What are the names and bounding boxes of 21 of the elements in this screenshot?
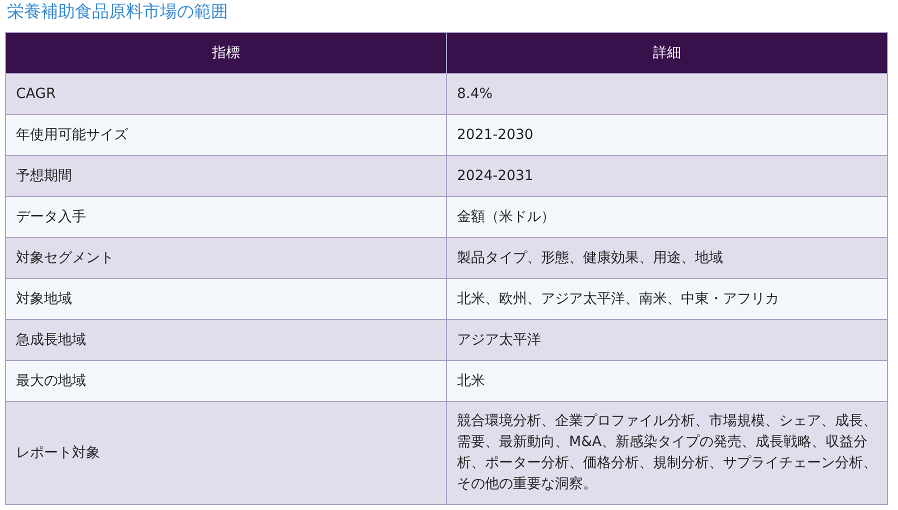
table-cell: 北米 [446, 360, 888, 402]
table-cell: レポート対象 [6, 402, 446, 504]
table-cell: 2024-2031 [446, 156, 888, 196]
table-cell: アジア太平洋 [446, 320, 888, 360]
table-cell: 8.4% [446, 74, 888, 114]
table-cell: CAGR [6, 74, 446, 114]
table-cell: 年使用可能サイズ [6, 114, 446, 156]
section-title: 栄養補助食品原料市場の範囲 [6, 1, 229, 24]
column-header: 詳細 [446, 32, 888, 74]
table-cell: 金額（米ドル） [446, 196, 888, 238]
column-header: 指標 [6, 32, 446, 74]
table-cell: 対象セグメント [6, 238, 446, 278]
table-cell: 最大の地域 [6, 360, 446, 402]
table-cell: 予想期間 [6, 156, 446, 196]
table-cell: 北米、欧州、アジア太平洋、南米、中東・アフリカ [446, 278, 888, 320]
table-cell: 急成長地域 [6, 320, 446, 360]
table-cell: 製品タイプ、形態、健康効果、用途、地域 [446, 238, 888, 278]
table-cell: 競合環境分析、企業プロファイル分析、市場規模、シェア、成長、需要、最新動向、M&A、新感染タイプの発売、成長戦略、収益分析、ポーター分析、価格分析、規制分析、サプライチェーン分析、その他の重要な洞察。 [446, 402, 888, 504]
table-cell: データ入手 [6, 196, 446, 238]
table-cell: 対象地域 [6, 278, 446, 320]
table-cell: 2021-2030 [446, 114, 888, 156]
